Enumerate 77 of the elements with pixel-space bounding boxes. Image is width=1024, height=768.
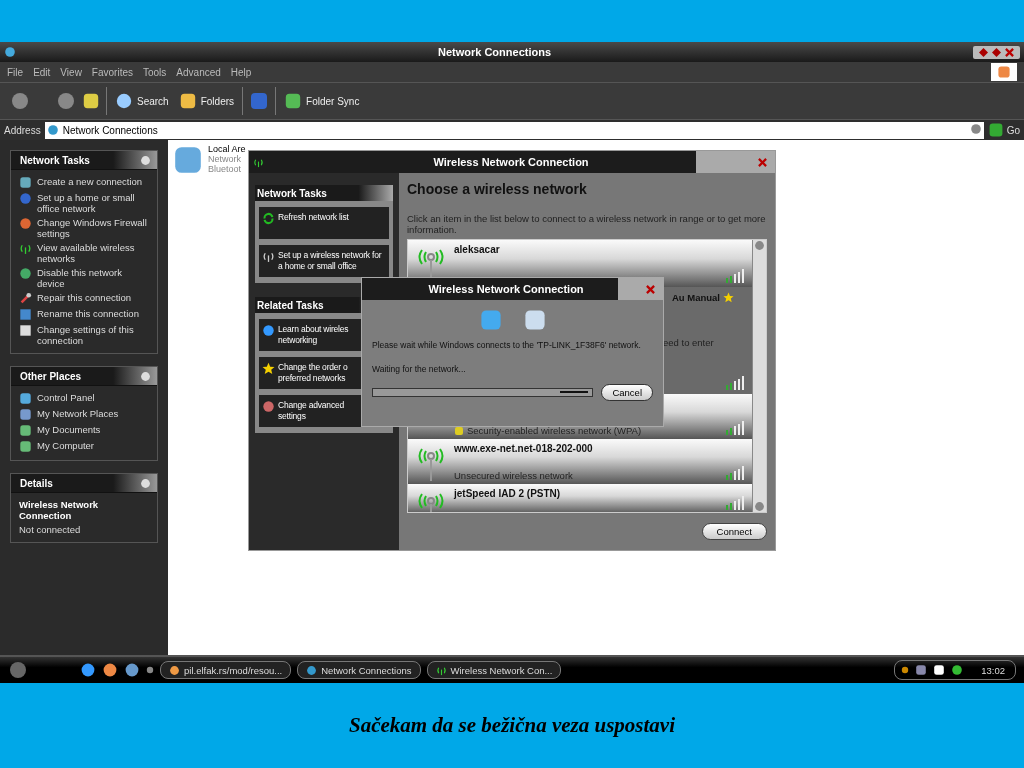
- network-description: eed to enter: [663, 337, 714, 348]
- go-button[interactable]: Go: [987, 122, 1020, 138]
- menu-item[interactable]: Favorites: [91, 66, 133, 78]
- task-link[interactable]: Repair this connection: [19, 292, 151, 305]
- refresh-icon: [262, 212, 275, 225]
- task-link[interactable]: Change Windows Firewall settings: [19, 217, 151, 239]
- close-icon[interactable]: [758, 157, 767, 167]
- preferred-label: Au Manual: [671, 292, 720, 303]
- signal-icon: [726, 496, 746, 510]
- address-field[interactable]: Network Connections: [44, 121, 984, 139]
- star-icon: [723, 292, 734, 303]
- close-icon[interactable]: [1005, 47, 1014, 57]
- toolbar-button[interactable]: Folders: [176, 90, 237, 112]
- network-name: www.exe-net.net-018-202-000: [454, 443, 593, 454]
- task-link[interactable]: My Documents: [19, 424, 151, 437]
- task-link[interactable]: Set up a wireless network for a home or small office: [259, 245, 389, 277]
- dialog-heading: Choose a wireless network: [407, 181, 588, 197]
- cancel-button[interactable]: Cancel: [601, 384, 653, 401]
- detail-status: Not connected: [19, 524, 82, 535]
- network-name: aleksacar: [454, 244, 500, 255]
- toolbar-button[interactable]: Search: [113, 90, 171, 112]
- menu-item[interactable]: Help: [230, 66, 252, 78]
- dot-icon: [146, 666, 154, 674]
- task-link[interactable]: Rename this connection: [19, 308, 151, 321]
- maximize-icon[interactable]: [992, 47, 1001, 57]
- router-icon: [262, 250, 275, 263]
- task-link[interactable]: Set up a home or small office network: [19, 192, 151, 214]
- task-link[interactable]: Control Panel: [19, 392, 151, 405]
- menu-item[interactable]: Edit: [33, 66, 51, 78]
- connect-button[interactable]: Connect: [701, 523, 767, 540]
- panel-title: Network Tasks: [20, 154, 90, 166]
- taskbar-button[interactable]: Network Connections: [297, 661, 421, 679]
- item-type: Network: [208, 154, 242, 164]
- wireless-icon: [19, 242, 32, 255]
- scroll-down-icon: [754, 501, 765, 512]
- detail-name: Wireless Network Connection: [19, 499, 100, 521]
- clock: 13:02: [981, 664, 1005, 676]
- task-link[interactable]: Create a new connection: [19, 176, 151, 189]
- menu-item[interactable]: View: [60, 66, 82, 78]
- menu-item[interactable]: File: [7, 66, 24, 78]
- menu-item[interactable]: Advanced: [176, 66, 221, 78]
- network-row[interactable]: jetSpeed IAD 2 (PSTN): [408, 484, 752, 512]
- taskbar-button[interactable]: pil.elfak.rs/mod/resou...: [160, 661, 292, 679]
- task-link[interactable]: My Computer: [19, 440, 151, 453]
- intro-text: Click an item in the list below to connect to a wireless network in range or to get more information.: [407, 213, 767, 235]
- wrench-icon: [19, 292, 32, 305]
- signal-icon: [726, 376, 746, 390]
- network-row[interactable]: www.exe-net.net-018-202-000 Unsecured wireless network: [408, 439, 752, 484]
- panel-title: Related Tasks: [257, 299, 324, 311]
- minimize-icon[interactable]: [979, 47, 988, 57]
- star-icon: [262, 362, 275, 375]
- panel-title: Details: [20, 477, 53, 489]
- scroll-up-icon: [754, 240, 765, 251]
- network-description: Security-enabled wireless network (WPA): [454, 425, 642, 436]
- signal-icon: [726, 466, 746, 480]
- scrollbar[interactable]: [752, 240, 766, 512]
- slide-caption: Sačekam da se bežična veza uspostavi: [348, 713, 676, 738]
- panel-title: Network Tasks: [257, 187, 327, 199]
- network-name: jetSpeed IAD 2 (PSTN): [454, 488, 561, 499]
- task-link[interactable]: Change settings of this connection: [19, 324, 151, 346]
- dialog-title: Wireless Network Connection: [432, 156, 590, 168]
- item-device: Bluetoot: [208, 164, 243, 174]
- task-link[interactable]: My Network Places: [19, 408, 151, 421]
- panel-title: Other Places: [20, 370, 82, 382]
- menu-item[interactable]: Tools: [143, 66, 167, 78]
- task-link[interactable]: Refresh network list: [259, 207, 389, 239]
- address-label: Address: [4, 124, 41, 136]
- close-icon[interactable]: [646, 284, 655, 294]
- toolbar-button[interactable]: Folder Sync: [282, 90, 362, 112]
- taskbar-button[interactable]: Wireless Network Con...: [426, 661, 562, 679]
- task-link[interactable]: Disable this network device: [19, 267, 151, 289]
- item-name: Local Are: [208, 144, 246, 154]
- signal-icon: [726, 421, 746, 435]
- task-link[interactable]: View available wireless networks: [19, 242, 151, 264]
- window-title: Network Connections: [436, 46, 553, 58]
- network-description: Unsecured wireless network: [454, 470, 573, 481]
- signal-icon: [726, 269, 746, 283]
